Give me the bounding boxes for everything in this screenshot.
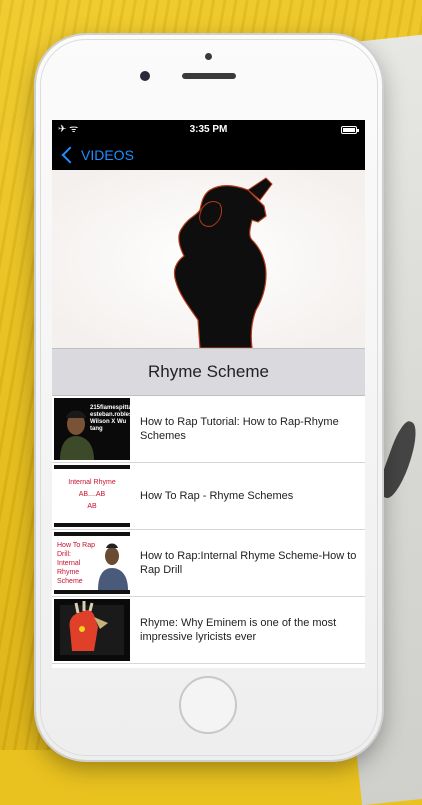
earpiece-speaker [182,73,236,79]
video-row[interactable]: Internal Rhyme AB....AB AB How To Rap - … [52,463,365,530]
section-header: Rhyme Scheme [52,348,365,396]
video-row[interactable]: Rhyme: Why Eminem is one of the most imp… [52,597,365,664]
status-bar: ✈ ᯤ 3:35 PM [52,120,365,140]
status-time: 3:35 PM [189,124,228,135]
proximity-sensor [205,53,212,60]
chevron-left-icon [61,146,79,164]
hand-thumbnail-icon [54,599,130,661]
video-row[interactable]: 215flamespitta esteban.robles Wilson X W… [52,396,365,463]
video-title: How To Rap - Rhyme Schemes [140,490,294,502]
video-thumbnail: 215flamespitta esteban.robles Wilson X W… [54,398,130,460]
video-row[interactable]: How To Rap Drill: Internal Rhyme Scheme … [52,530,365,597]
rapper-silhouette-image [52,170,365,348]
battery-icon [341,126,359,134]
video-title: How to Rap Tutorial: How to Rap-Rhyme Sc… [140,416,339,442]
back-button[interactable]: VIDEOS [60,140,134,170]
hero-image [52,170,365,348]
navigation-bar: VIDEOS [52,140,365,170]
thumbnail-caption: How To Rap Drill: Internal Rhyme Scheme [57,542,96,585]
app-screen: ✈ ᯤ 3:35 PM VIDEOS Rhyme Scheme 215flame… [52,120,365,668]
front-camera [140,71,150,81]
video-title: Rhyme: Why Eminem is one of the most imp… [140,617,337,643]
video-thumbnail: How To Rap Drill: Internal Rhyme Scheme [54,532,130,594]
back-button-label: VIDEOS [81,147,134,163]
video-title: How to Rap:Internal Rhyme Scheme-How to … [140,550,357,576]
section-title: Rhyme Scheme [148,362,269,381]
thumbnail-caption: Internal Rhyme AB....AB AB [68,479,116,510]
video-thumbnail: Internal Rhyme AB....AB AB [54,465,130,527]
home-button[interactable] [179,676,237,734]
video-thumbnail [54,599,130,661]
thumbnail-caption: 215flamespitta esteban.robles Wilson X W… [90,405,130,432]
